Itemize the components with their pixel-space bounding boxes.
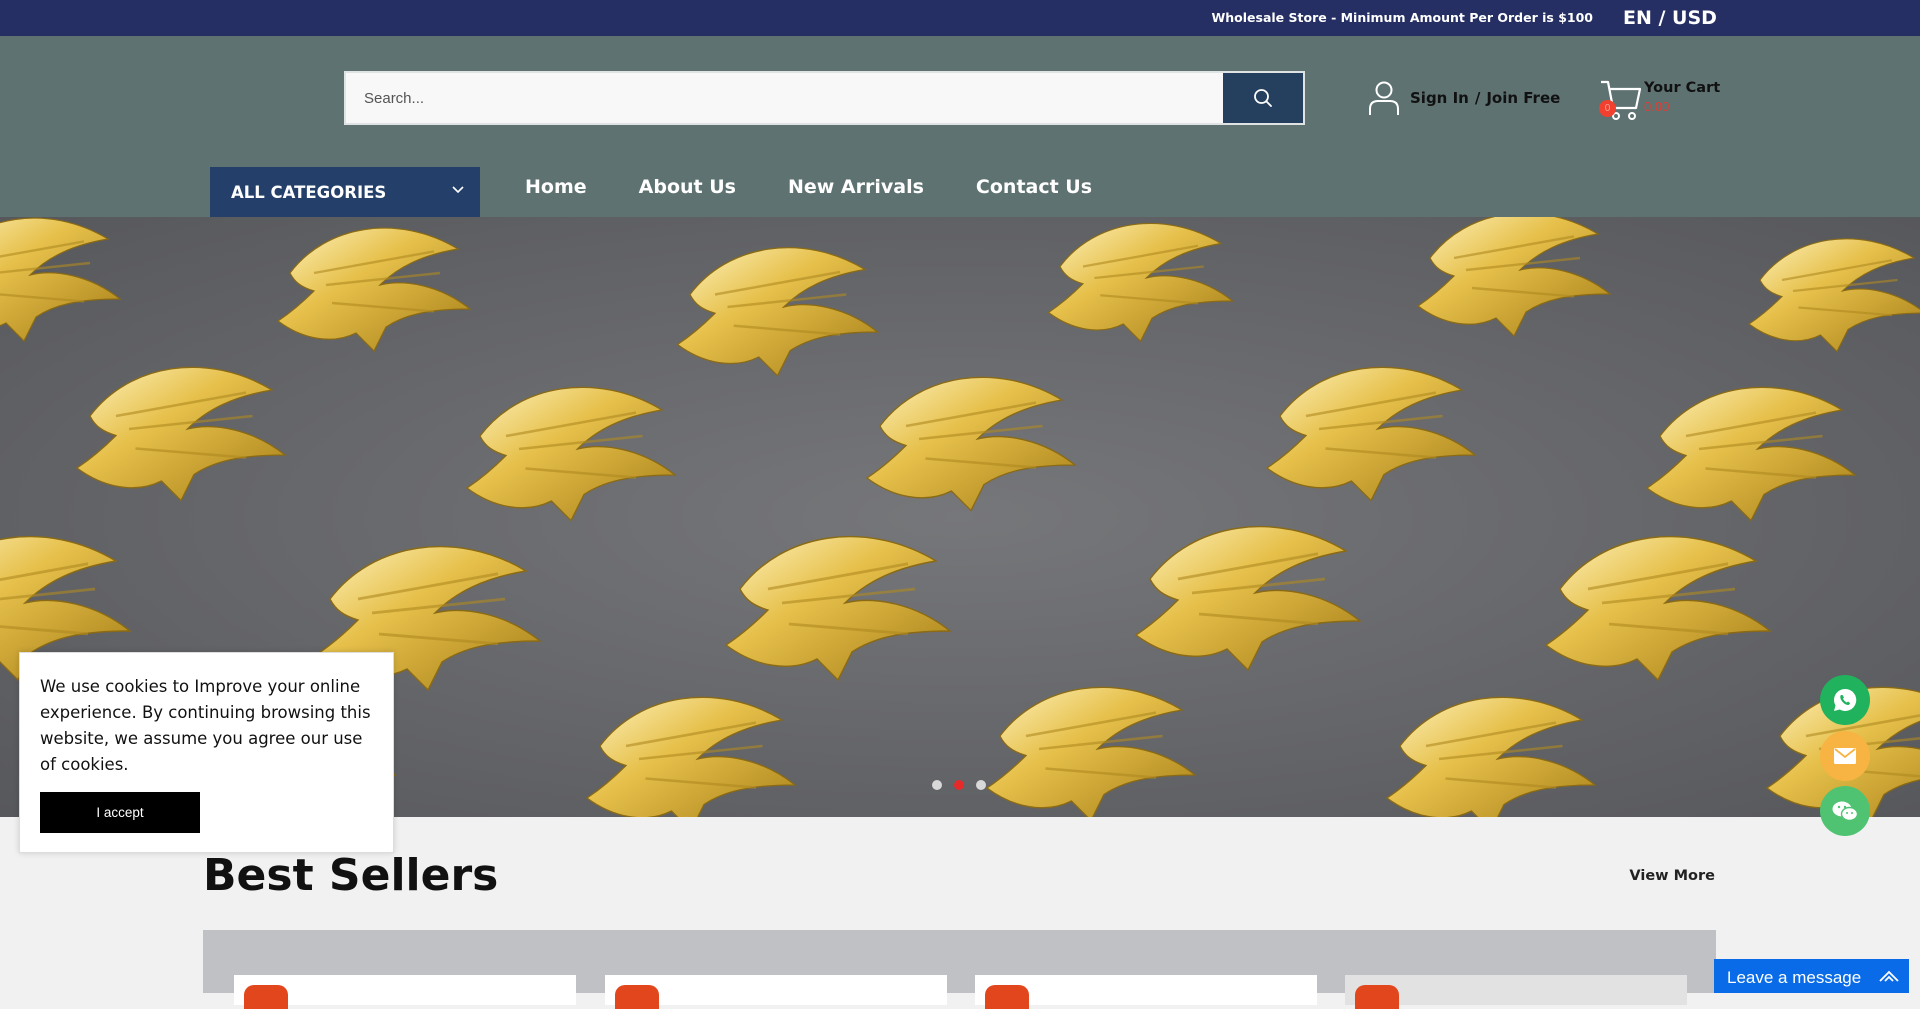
user-icon xyxy=(1369,81,1399,115)
best-sellers-title: Best Sellers xyxy=(203,850,499,901)
cart-amount: 0.00 xyxy=(1644,99,1670,114)
sign-in-link[interactable]: Sign In xyxy=(1410,89,1469,107)
email-button[interactable] xyxy=(1820,731,1870,781)
product-card[interactable] xyxy=(605,975,947,1009)
cart-widget[interactable]: 0 Your Cart 0.00 xyxy=(1599,78,1720,122)
product-badge xyxy=(615,985,659,1009)
account-separator: / xyxy=(1474,89,1481,107)
wechat-button[interactable] xyxy=(1820,786,1870,836)
email-icon xyxy=(1834,748,1856,764)
cookie-text: We use cookies to Improve your online ex… xyxy=(40,677,371,774)
nav-new-arrivals[interactable]: New Arrivals xyxy=(788,176,924,198)
product-badge xyxy=(985,985,1029,1009)
product-badge xyxy=(244,985,288,1009)
search-bar xyxy=(344,71,1305,125)
chevron-up-icon xyxy=(1879,970,1899,982)
main-nav: Home About Us New Arrivals Contact Us xyxy=(525,176,1092,198)
slider-dot-2[interactable] xyxy=(954,780,964,790)
wechat-icon xyxy=(1832,801,1859,822)
join-free-link[interactable]: Join Free xyxy=(1486,89,1560,107)
cookie-consent-popup: We use cookies to Improve your online ex… xyxy=(19,652,394,853)
slider-dots xyxy=(932,780,986,790)
leave-message-label: Leave a message xyxy=(1727,968,1862,987)
whatsapp-button[interactable] xyxy=(1820,675,1870,725)
nav-about-us[interactable]: About Us xyxy=(639,176,736,198)
all-categories-dropdown[interactable]: ALL CATEGORIES xyxy=(210,167,480,217)
nav-contact-us[interactable]: Contact Us xyxy=(976,176,1092,198)
view-more-link[interactable]: View More xyxy=(1629,868,1715,884)
site-header: Sign In / Join Free 0 Your Cart 0.00 ALL… xyxy=(0,36,1920,217)
categories-label: ALL CATEGORIES xyxy=(231,182,387,202)
language-currency-selector[interactable]: EN / USD xyxy=(1623,7,1717,29)
leave-message-chat-widget[interactable]: Leave a message xyxy=(1714,959,1909,993)
product-card[interactable] xyxy=(1345,975,1687,1009)
product-card[interactable] xyxy=(234,975,576,1009)
search-input[interactable] xyxy=(346,73,1223,123)
search-button[interactable] xyxy=(1223,73,1303,123)
chevron-down-icon xyxy=(452,186,464,194)
wholesale-notice: Wholesale Store - Minimum Amount Per Ord… xyxy=(1211,10,1593,25)
slider-dot-1[interactable] xyxy=(932,780,942,790)
slider-dot-3[interactable] xyxy=(976,780,986,790)
nav-home[interactable]: Home xyxy=(525,176,587,198)
top-bar: Wholesale Store - Minimum Amount Per Ord… xyxy=(0,0,1920,36)
cart-count-badge: 0 xyxy=(1599,100,1616,117)
cart-label: Your Cart xyxy=(1644,80,1721,96)
search-icon xyxy=(1254,89,1272,107)
accept-cookies-button[interactable]: I accept xyxy=(40,792,200,833)
best-sellers-products xyxy=(203,930,1716,1009)
product-badge xyxy=(1355,985,1399,1009)
whatsapp-icon xyxy=(1834,688,1857,711)
account-links: Sign In / Join Free xyxy=(1368,80,1560,116)
product-card[interactable] xyxy=(975,975,1317,1009)
